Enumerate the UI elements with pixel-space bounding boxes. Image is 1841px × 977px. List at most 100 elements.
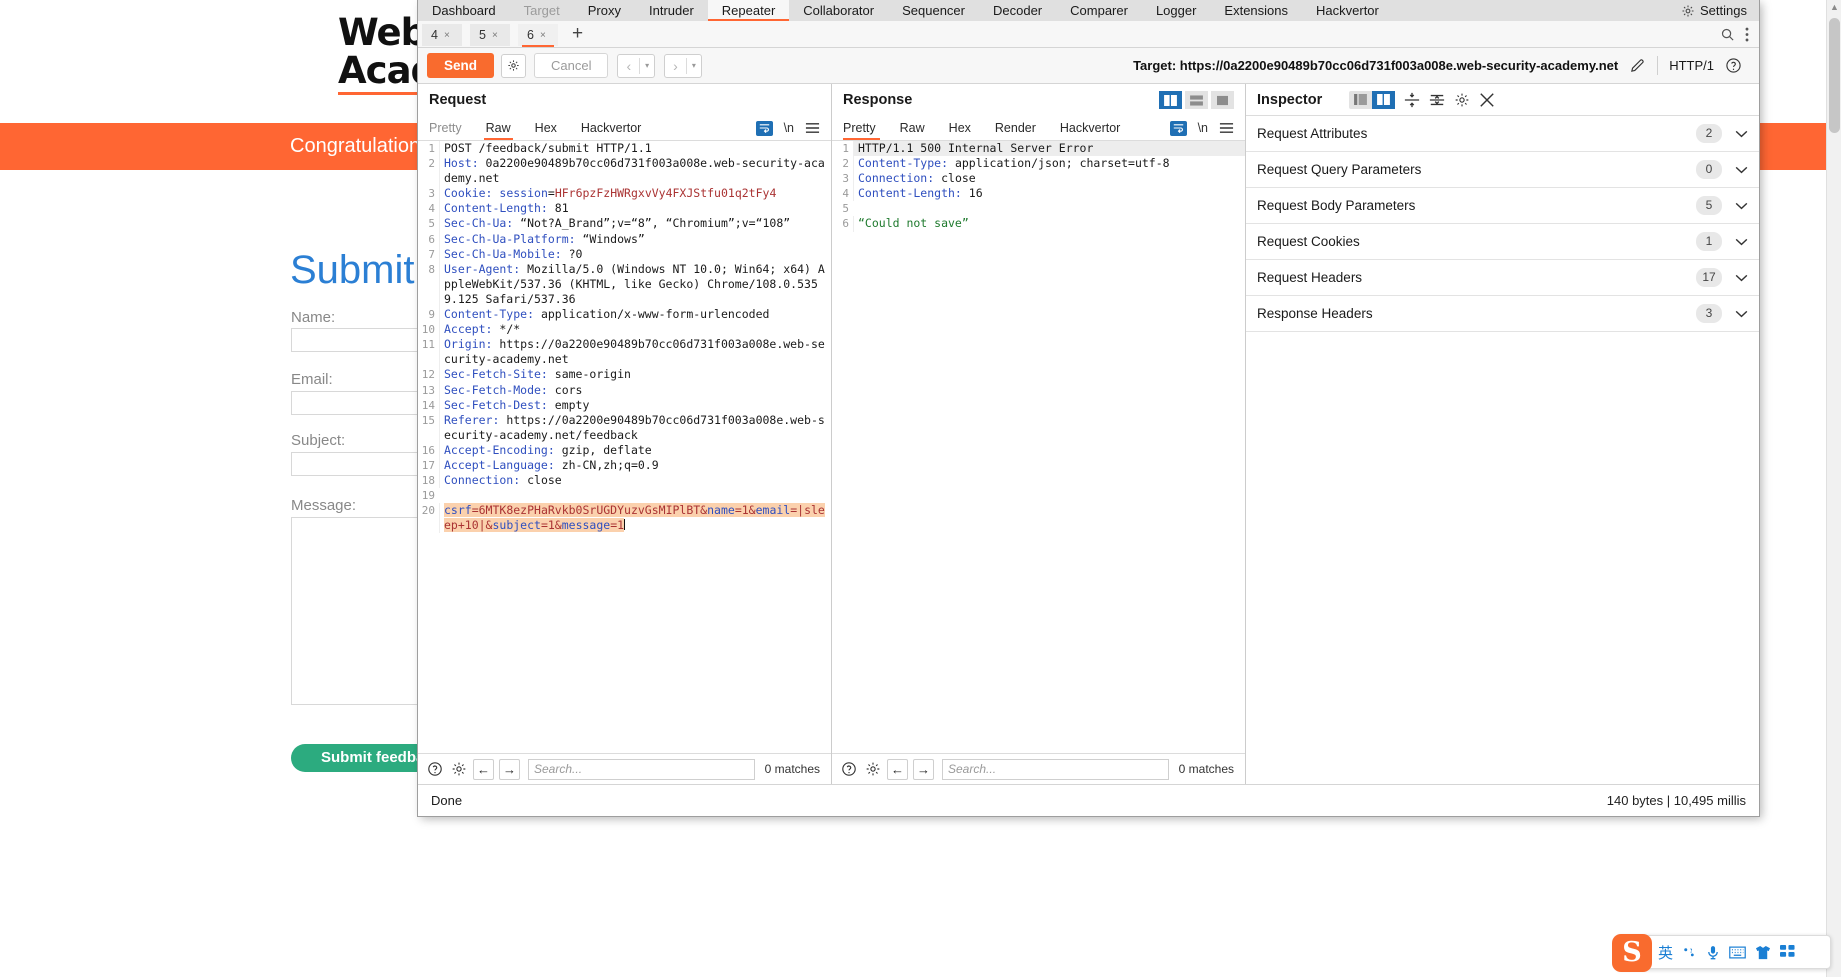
chevron-down-icon[interactable] xyxy=(1735,238,1748,246)
word-wrap-icon[interactable] xyxy=(755,120,773,136)
menu-item-sequencer[interactable]: Sequencer xyxy=(888,0,979,21)
gear-icon[interactable] xyxy=(863,760,882,779)
response-editor[interactable]: 1 HTTP/1.1 500 Internal Server Error 2 Cont… xyxy=(832,141,1245,753)
help-icon[interactable] xyxy=(839,760,858,779)
skin-icon[interactable] xyxy=(1755,945,1771,960)
overflow-menu-icon[interactable] xyxy=(1745,27,1749,42)
chevron-down-icon[interactable] xyxy=(1735,310,1748,318)
response-search-input[interactable]: Search... xyxy=(942,758,1169,780)
code-text[interactable]: Accept-Encoding: gzip, deflate xyxy=(439,442,831,458)
menu-item-collaborator[interactable]: Collaborator xyxy=(789,0,888,21)
browser-scrollbar[interactable]: ▲ xyxy=(1826,0,1841,977)
request-tab-hex[interactable]: Hex xyxy=(523,116,569,140)
request-tab-hackvertor[interactable]: Hackvertor xyxy=(569,116,653,140)
code-text[interactable]: User-Agent: Mozilla/5.0 (Windows NT 10.0… xyxy=(439,261,831,308)
menu-item-extensions[interactable]: Extensions xyxy=(1210,0,1302,21)
response-tab-hackvertor[interactable]: Hackvertor xyxy=(1048,116,1132,140)
repeater-tab-4[interactable]: 4 × xyxy=(422,24,462,46)
code-text[interactable]: “Could not save” xyxy=(853,216,1245,232)
close-icon[interactable]: × xyxy=(492,30,498,41)
inspector-section-row[interactable]: Request Body Parameters 5 xyxy=(1246,188,1759,224)
request-search-input[interactable]: Search... xyxy=(528,758,755,780)
code-text[interactable]: Connection: close xyxy=(439,473,831,489)
menu-item-decoder[interactable]: Decoder xyxy=(979,0,1056,21)
expand-all-icon[interactable] xyxy=(1404,92,1420,108)
close-icon[interactable]: × xyxy=(444,30,450,41)
search-next-button[interactable]: → xyxy=(913,758,934,780)
menu-item-intruder[interactable]: Intruder xyxy=(635,0,708,21)
code-text[interactable]: Sec-Fetch-Mode: cors xyxy=(439,382,831,398)
gear-icon[interactable] xyxy=(449,760,468,779)
code-text[interactable]: Content-Length: 81 xyxy=(439,201,831,217)
menu-item-comparer[interactable]: Comparer xyxy=(1056,0,1142,21)
menu-item-logger[interactable]: Logger xyxy=(1142,0,1210,21)
code-text[interactable]: Content-Length: 16 xyxy=(853,186,1245,202)
code-text[interactable]: Cookie: session=HFr6pzFzHWRgxvVy4FXJStfu… xyxy=(439,186,831,202)
cancel-button[interactable]: Cancel xyxy=(534,53,609,78)
code-text[interactable]: Connection: close xyxy=(853,171,1245,187)
layout-side-by-side-icon[interactable] xyxy=(1159,91,1182,109)
hamburger-menu-icon[interactable] xyxy=(1219,122,1234,134)
chevron-down-icon[interactable] xyxy=(1735,130,1748,138)
code-text[interactable]: Sec-Fetch-Dest: empty xyxy=(439,397,831,413)
sogou-logo-icon[interactable]: S xyxy=(1612,934,1652,972)
code-text[interactable]: Host: 0a2200e90489b70cc06d731f003a008e.w… xyxy=(439,156,831,187)
response-tab-hex[interactable]: Hex xyxy=(937,116,983,140)
layout-single-icon[interactable] xyxy=(1211,91,1234,109)
code-text[interactable]: Referer: https://0a2200e90489b70cc06d731… xyxy=(439,412,831,443)
gear-icon[interactable] xyxy=(1454,92,1470,108)
inspector-section-row[interactable]: Request Query Parameters 0 xyxy=(1246,152,1759,188)
chevron-down-icon[interactable] xyxy=(1735,274,1748,282)
chevron-down-icon[interactable] xyxy=(1735,202,1748,210)
menu-item-repeater[interactable]: Repeater xyxy=(707,0,790,21)
code-text[interactable]: POST /feedback/submit HTTP/1.1 xyxy=(439,141,831,157)
code-text[interactable]: Sec-Ch-Ua: “Not?A_Brand”;v=“8”, “Chromiu… xyxy=(439,216,831,232)
repeater-tab-5[interactable]: 5 × xyxy=(470,24,510,46)
search-prev-button[interactable]: ← xyxy=(473,758,494,780)
ime-punctuation-icon[interactable] xyxy=(1682,945,1697,960)
history-back-button[interactable]: ‹ xyxy=(618,55,639,77)
close-icon[interactable]: × xyxy=(540,30,546,41)
menu-item-hackvertor[interactable]: Hackvertor xyxy=(1302,0,1393,21)
code-text[interactable]: Sec-Ch-Ua-Platform: “Windows” xyxy=(439,231,831,247)
code-text[interactable]: csrf=6MTK8ezPHaRvkb0SrUGDYuzvGsMIPlBT&na… xyxy=(439,503,831,534)
response-tab-render[interactable]: Render xyxy=(983,116,1048,140)
layout-side-by-side-icon[interactable] xyxy=(1372,90,1396,109)
repeater-tab-6[interactable]: 6 × xyxy=(518,24,558,47)
send-options-gear-icon[interactable] xyxy=(501,53,527,78)
scrollbar-thumb[interactable] xyxy=(1829,18,1840,133)
code-text[interactable]: Content-Type: application/json; charset=… xyxy=(853,156,1245,172)
apps-grid-icon[interactable] xyxy=(1780,944,1795,960)
search-next-button[interactable]: → xyxy=(499,758,520,780)
search-icon[interactable] xyxy=(1720,27,1735,42)
response-tab-pretty[interactable]: Pretty xyxy=(843,116,888,140)
inspector-section-row[interactable]: Request Headers 17 xyxy=(1246,260,1759,296)
chevron-down-icon[interactable]: ▾ xyxy=(640,61,654,70)
edit-pencil-icon[interactable] xyxy=(1629,57,1646,74)
microphone-icon[interactable] xyxy=(1706,945,1720,960)
inspector-section-row[interactable]: Request Attributes 2 xyxy=(1246,116,1759,152)
show-newlines-toggle[interactable]: \n xyxy=(1198,121,1208,135)
help-icon[interactable] xyxy=(1725,57,1742,74)
code-text[interactable]: Origin: https://0a2200e90489b70cc06d731f… xyxy=(439,337,831,368)
menu-item-target[interactable]: Target xyxy=(510,0,574,21)
inspector-section-row[interactable]: Request Cookies 1 xyxy=(1246,224,1759,260)
chevron-down-icon[interactable]: ▾ xyxy=(687,61,701,70)
scroll-up-arrow-icon[interactable]: ▲ xyxy=(1827,2,1841,12)
code-text[interactable]: Sec-Ch-Ua-Mobile: ?0 xyxy=(439,246,831,262)
keyboard-icon[interactable] xyxy=(1729,946,1746,959)
code-text[interactable]: Accept: */* xyxy=(439,322,831,338)
word-wrap-icon[interactable] xyxy=(1169,120,1187,136)
response-tab-raw[interactable]: Raw xyxy=(888,116,937,140)
request-tab-raw[interactable]: Raw xyxy=(474,116,523,140)
request-editor[interactable]: 1 POST /feedback/submit HTTP/1.1 2 Host: 0a… xyxy=(418,141,831,753)
hamburger-menu-icon[interactable] xyxy=(805,122,820,134)
code-text[interactable]: HTTP/1.1 500 Internal Server Error xyxy=(853,141,1245,157)
code-text[interactable]: Sec-Fetch-Site: same-origin xyxy=(439,367,831,383)
send-button[interactable]: Send xyxy=(427,53,495,78)
menu-item-dashboard[interactable]: Dashboard xyxy=(418,0,510,21)
show-newlines-toggle[interactable]: \n xyxy=(784,121,794,135)
menu-item-proxy[interactable]: Proxy xyxy=(574,0,635,21)
close-icon[interactable] xyxy=(1479,92,1495,108)
help-icon[interactable] xyxy=(425,760,444,779)
